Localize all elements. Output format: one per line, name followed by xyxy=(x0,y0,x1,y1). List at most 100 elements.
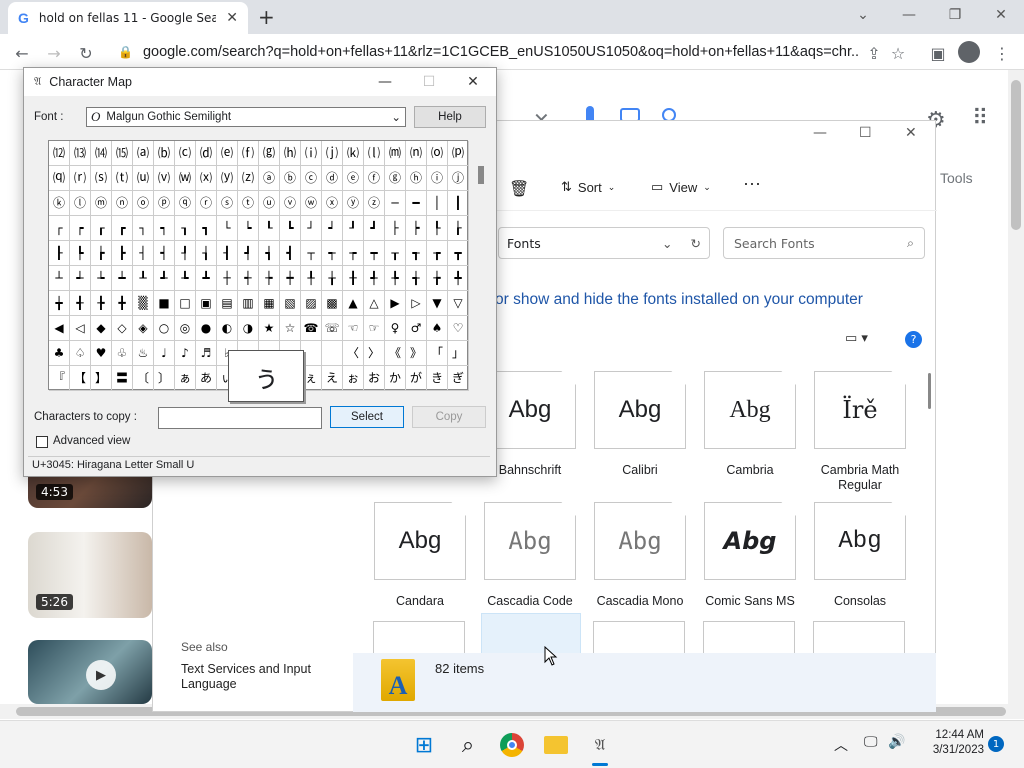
character-cell[interactable]: ┲ xyxy=(427,241,448,266)
search-fonts-box[interactable]: Search Fonts ⌕ xyxy=(723,227,925,259)
character-cell[interactable]: ─ xyxy=(385,191,406,216)
character-cell[interactable]: ⒮ xyxy=(91,166,112,191)
character-cell[interactable]: ┝ xyxy=(406,216,427,241)
character-cell[interactable]: ┏ xyxy=(112,216,133,241)
character-cell[interactable]: ┭ xyxy=(322,241,343,266)
character-cell[interactable]: ┛ xyxy=(364,216,385,241)
character-cell[interactable]: 〕 xyxy=(154,366,175,391)
character-cell[interactable]: ⓚ xyxy=(49,191,70,216)
character-cell[interactable]: ⒳ xyxy=(196,166,217,191)
advanced-view-checkbox[interactable] xyxy=(36,436,48,448)
character-cell[interactable]: ⒵ xyxy=(238,166,259,191)
character-cell[interactable]: 〈 xyxy=(343,341,364,366)
character-cell[interactable]: ♣ xyxy=(49,341,70,366)
font-tile[interactable]: Abg Calibri xyxy=(585,371,695,478)
character-cell[interactable]: ♪ xyxy=(175,341,196,366)
chrome-menu-icon[interactable]: ⋮ xyxy=(990,41,1014,65)
character-cell[interactable]: ぁ xyxy=(175,366,196,391)
page-vertical-scrollbar[interactable] xyxy=(1008,70,1024,704)
refresh-icon[interactable]: ↻ xyxy=(691,236,701,251)
character-cell[interactable]: ┒ xyxy=(175,216,196,241)
charmap-minimize-icon[interactable]: — xyxy=(362,68,408,96)
character-cell[interactable]: ▤ xyxy=(217,291,238,316)
character-cell[interactable]: ⓔ xyxy=(343,166,364,191)
character-cell[interactable]: ⓢ xyxy=(217,191,238,216)
character-cell[interactable]: ☜ xyxy=(343,316,364,341)
character-cell[interactable]: ├ xyxy=(385,216,406,241)
character-cell[interactable]: ⒣ xyxy=(280,141,301,166)
character-cell[interactable]: ⒯ xyxy=(112,166,133,191)
character-cell[interactable]: ┴ xyxy=(49,266,70,291)
character-cell[interactable]: ⓨ xyxy=(343,191,364,216)
character-cell[interactable]: ┣ xyxy=(112,241,133,266)
character-cell[interactable]: ⓙ xyxy=(448,166,469,191)
character-cell[interactable]: ▣ xyxy=(196,291,217,316)
fonts-maximize-icon[interactable]: ☐ xyxy=(859,125,872,141)
character-cell[interactable]: ⒩ xyxy=(406,141,427,166)
side-panel-icon[interactable]: ▣ xyxy=(926,41,950,65)
character-cell[interactable]: か xyxy=(385,366,406,391)
start-windows-icon[interactable]: ⊞ xyxy=(408,729,440,761)
character-cell[interactable]: ⒢ xyxy=(259,141,280,166)
character-cell[interactable]: │ xyxy=(427,191,448,216)
charmap-close-icon[interactable]: ✕ xyxy=(450,68,496,96)
delete-button[interactable]: 🗑 xyxy=(509,179,529,199)
character-cell[interactable]: ⒤ xyxy=(301,141,322,166)
close-tab-icon[interactable]: ✕ xyxy=(226,10,238,26)
character-cell[interactable]: ⑿ xyxy=(49,141,70,166)
show-hidden-icons-icon[interactable]: ︿ xyxy=(834,735,848,755)
character-cell[interactable]: ┸ xyxy=(133,266,154,291)
character-cell[interactable]: ⒡ xyxy=(238,141,259,166)
font-tile-partial[interactable] xyxy=(481,613,581,653)
character-cell[interactable]: ┫ xyxy=(280,241,301,266)
character-cell[interactable]: ⒪ xyxy=(427,141,448,166)
character-cell[interactable]: ┶ xyxy=(91,266,112,291)
omnibox[interactable]: 🔒 google.com/search?q=hold+on+fellas+11&… xyxy=(110,38,860,66)
character-cell[interactable]: ⓥ xyxy=(280,191,301,216)
character-cell[interactable]: ━ xyxy=(406,191,427,216)
video-thumbnail-3[interactable]: ▶ xyxy=(28,640,152,704)
character-cell[interactable]: ♀ xyxy=(385,316,406,341)
character-cell[interactable]: ♠ xyxy=(427,316,448,341)
character-cell[interactable]: ☎ xyxy=(301,316,322,341)
character-cell[interactable]: └ xyxy=(217,216,238,241)
video-thumbnail-2[interactable]: 5:26 xyxy=(28,532,152,618)
character-cell[interactable]: ┘ xyxy=(301,216,322,241)
character-cell[interactable]: ぎ xyxy=(448,366,469,391)
character-cell[interactable]: ⓟ xyxy=(154,191,175,216)
character-cell[interactable]: ⓦ xyxy=(301,191,322,216)
text-services-link[interactable]: Text Services and Input Language xyxy=(181,662,331,692)
character-cell[interactable]: ┨ xyxy=(217,241,238,266)
font-tile[interactable]: Ïrě Cambria Math Regular xyxy=(805,371,915,493)
character-cell[interactable]: 「 xyxy=(427,341,448,366)
character-cell[interactable]: ⓘ xyxy=(427,166,448,191)
character-cell[interactable]: ⒫ xyxy=(448,141,469,166)
notification-badge[interactable]: 1 xyxy=(988,736,1004,752)
share-icon[interactable]: ⇪ xyxy=(862,41,886,65)
character-cell[interactable]: ◑ xyxy=(238,316,259,341)
character-cell[interactable]: ┹ xyxy=(154,266,175,291)
character-cell[interactable]: ⓑ xyxy=(280,166,301,191)
character-cell[interactable]: ⒜ xyxy=(133,141,154,166)
bookmark-star-icon[interactable]: ☆ xyxy=(886,41,910,65)
character-cell[interactable]: ⒂ xyxy=(112,141,133,166)
character-cell[interactable]: ⒟ xyxy=(196,141,217,166)
character-cell[interactable]: ⓤ xyxy=(259,191,280,216)
character-cell[interactable]: が xyxy=(406,366,427,391)
character-cell[interactable]: お xyxy=(364,366,385,391)
file-explorer-taskbar-icon[interactable] xyxy=(540,729,572,761)
character-cell[interactable]: ╇ xyxy=(448,266,469,291)
tools-link[interactable]: Tools xyxy=(940,170,973,186)
character-cell[interactable]: △ xyxy=(364,291,385,316)
taskbar-search-icon[interactable]: ⌕ xyxy=(452,729,484,761)
character-cell[interactable]: え xyxy=(322,366,343,391)
character-cell[interactable]: ⓒ xyxy=(301,166,322,191)
character-cell[interactable]: ┌ xyxy=(49,216,70,241)
character-cell[interactable]: ┧ xyxy=(196,241,217,266)
character-cell[interactable]: ┑ xyxy=(154,216,175,241)
character-cell[interactable] xyxy=(301,341,322,366)
character-cell[interactable]: ┟ xyxy=(448,216,469,241)
clock[interactable]: 12:44 AM 3/31/2023 xyxy=(918,728,984,758)
character-cell[interactable]: ┢ xyxy=(91,241,112,266)
character-cell[interactable]: ┙ xyxy=(322,216,343,241)
